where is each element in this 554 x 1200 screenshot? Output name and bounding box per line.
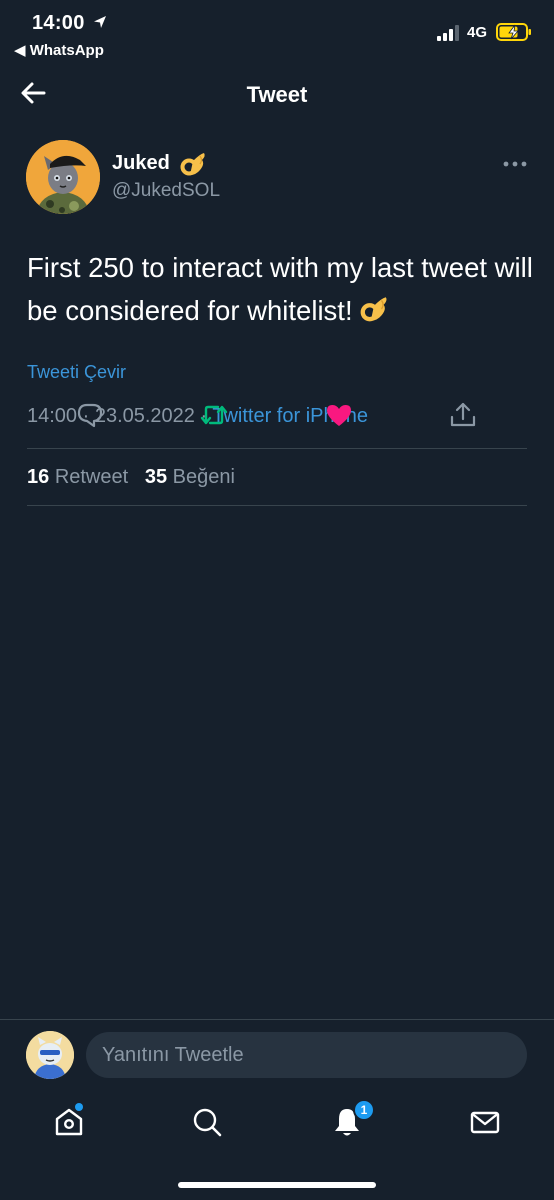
battery-charging-icon (496, 23, 531, 41)
share-icon[interactable] (448, 400, 478, 430)
reply-icon[interactable] (75, 400, 105, 430)
messages-envelope-icon[interactable] (468, 1105, 502, 1139)
status-bar: 14:00 ◀ WhatsApp 4G (0, 0, 554, 66)
ok-hand-emoji-icon (180, 153, 205, 176)
reply-composer (0, 1019, 554, 1091)
back-to-app-link[interactable]: ◀ WhatsApp (14, 41, 104, 59)
divider (27, 505, 527, 506)
tweet-body: First 250 to interact with my last tweet… (27, 246, 537, 332)
author-handle[interactable]: @JukedSOL (112, 180, 220, 202)
location-arrow-icon (94, 16, 106, 28)
top-navigation: Tweet (0, 66, 554, 122)
tweet-stats: 16 Retweet 35 Beğeni (27, 466, 235, 489)
user-avatar[interactable] (26, 1031, 74, 1079)
reply-input[interactable] (86, 1032, 527, 1078)
retweet-count[interactable]: 16 (27, 466, 49, 488)
page-title: Tweet (246, 82, 308, 107)
retweet-label[interactable]: Retweet (55, 466, 128, 488)
like-label[interactable]: Beğeni (173, 466, 235, 488)
tweet-text: First 250 to interact with my last tweet… (27, 252, 533, 326)
translate-tweet-link[interactable]: Tweeti Çevir (27, 362, 126, 383)
cellular-signal-icon (437, 25, 459, 41)
search-icon[interactable] (190, 1105, 224, 1139)
author-avatar[interactable] (26, 140, 100, 214)
ok-hand-emoji-icon (360, 297, 387, 322)
home-indicator[interactable] (178, 1182, 376, 1188)
network-type: 4G (467, 24, 488, 41)
cat-avatar-icon (26, 140, 100, 214)
home-unread-dot (75, 1103, 83, 1111)
like-count[interactable]: 35 (145, 466, 167, 488)
more-options-icon[interactable] (500, 158, 530, 170)
status-time: 14:00 (32, 12, 85, 34)
author-name[interactable]: Juked (112, 152, 170, 175)
heart-icon[interactable] (324, 400, 354, 430)
retweet-icon[interactable] (199, 400, 229, 430)
tweet-actions (0, 396, 554, 436)
divider (27, 448, 527, 449)
notification-badge: 1 (353, 1099, 375, 1121)
bottom-tab-bar: 1 (0, 1091, 554, 1200)
user-avatar-icon (26, 1031, 74, 1079)
